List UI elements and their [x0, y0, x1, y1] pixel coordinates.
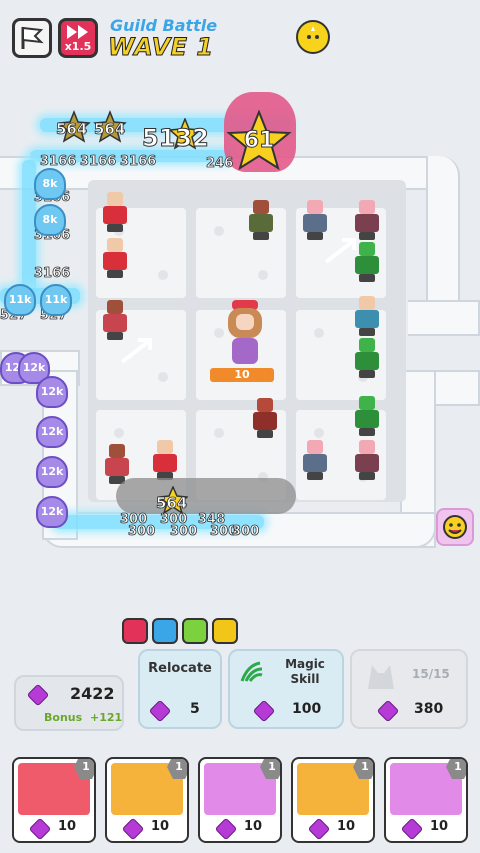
unit-dino[interactable] [350, 396, 384, 436]
wolf-icon [368, 665, 394, 689]
wave-title: WAVE 1 [108, 33, 214, 62]
enemy-path [408, 300, 480, 336]
skill-type-magic-icon [182, 618, 208, 644]
hero-girl-unit[interactable] [222, 300, 268, 370]
unit-santa[interactable] [148, 440, 182, 480]
gem-icon [148, 699, 172, 723]
gem-icon [307, 817, 331, 841]
enemy-slime: 11k [40, 284, 72, 316]
unit-card-bandit[interactable]: 1 10 [291, 757, 375, 843]
damage-number: 3166 [120, 154, 157, 170]
unit-pig[interactable] [350, 440, 384, 480]
unit-card-dino[interactable]: 1 10 [105, 757, 189, 843]
gem-icon [376, 699, 400, 723]
gem-icon [121, 817, 145, 841]
star-emote-icon[interactable] [296, 20, 330, 54]
unit-cost: 10 [244, 819, 263, 834]
unit-card-pig[interactable]: 1 10 [384, 757, 468, 843]
gem-icon [400, 817, 424, 841]
gem-icon [28, 817, 52, 841]
damage-number: 3166 [34, 266, 71, 282]
boss-score: 5132 [142, 124, 210, 153]
enemy-slime: 8k [34, 168, 66, 200]
emote-button[interactable] [436, 508, 474, 546]
magic-skill-cost: 100 [292, 701, 322, 717]
relocate-label: Relocate [148, 661, 212, 676]
enemy-slime: 11k [4, 284, 36, 316]
damage-number: 300 [170, 524, 198, 540]
hero-level-badge: 10 [210, 368, 274, 382]
unit-santa[interactable] [98, 192, 132, 232]
gem-count: 2422 [70, 684, 115, 703]
magic-skill-button[interactable]: Magic Skill 100 [228, 649, 344, 729]
enemy-slime: 8k [34, 204, 66, 236]
skill-type-melee-icon [122, 618, 148, 644]
summon-cost: 380 [414, 701, 444, 717]
damage-number: 564 [156, 494, 188, 513]
enemy-slime: 12k [36, 496, 68, 528]
unit-cost: 10 [430, 819, 449, 834]
magic-skill-label: Magic Skill [285, 657, 325, 686]
damage-number: 300 [232, 524, 260, 540]
enemy-slime: 12k [36, 376, 68, 408]
damage-number: 564 [94, 120, 126, 139]
damage-number: 564 [56, 120, 88, 139]
boss-star-value: 61 [243, 128, 275, 154]
flag-icon [21, 26, 44, 49]
unit-archer[interactable] [244, 200, 278, 240]
damage-number: 300 [128, 524, 156, 540]
gem-icon [26, 683, 50, 707]
bonus-label: Bonus [44, 711, 83, 724]
unit-santa[interactable] [98, 238, 132, 278]
unit-archer[interactable] [98, 300, 132, 340]
unit-bandit[interactable] [248, 398, 282, 438]
damage-number: 246 [206, 156, 234, 172]
gem-icon [214, 817, 238, 841]
unit-dino[interactable] [350, 338, 384, 378]
enemy-slime: 12k [36, 456, 68, 488]
smoke-effect [116, 478, 296, 514]
gem-counter-panel: 2422 Bonus +121 [14, 675, 124, 731]
speed-label: x1.5 [64, 40, 92, 53]
summon-button[interactable]: 15/15 380 [350, 649, 468, 729]
bonus-value: +121 [90, 711, 123, 724]
speed-button[interactable]: x1.5 [58, 18, 98, 58]
smiley-icon [443, 515, 467, 539]
move-arrow-icon [324, 238, 356, 264]
damage-number: 3166 [80, 154, 117, 170]
unit-cost: 10 [151, 819, 170, 834]
skill-type-ranged-icon [152, 618, 178, 644]
unit-santa[interactable] [350, 296, 384, 336]
relocate-cost: 5 [190, 701, 200, 717]
unit-pig[interactable] [298, 200, 332, 240]
unit-pig[interactable] [298, 440, 332, 480]
damage-number: 3166 [40, 154, 77, 170]
enemy-slime: 12k [36, 416, 68, 448]
claw-icon [240, 661, 263, 682]
relocate-button[interactable]: Relocate 5 [138, 649, 222, 729]
summon-count: 15/15 [412, 667, 450, 681]
gem-icon [252, 699, 276, 723]
unit-cost: 10 [337, 819, 356, 834]
skill-type-support-icon [212, 618, 238, 644]
unit-card-archer[interactable]: 1 10 [198, 757, 282, 843]
unit-cost: 10 [58, 819, 77, 834]
move-arrow-icon [120, 338, 152, 364]
unit-pig[interactable] [350, 200, 384, 240]
surrender-flag-button[interactable] [12, 18, 52, 58]
unit-card-santa[interactable]: 1 10 [12, 757, 96, 843]
